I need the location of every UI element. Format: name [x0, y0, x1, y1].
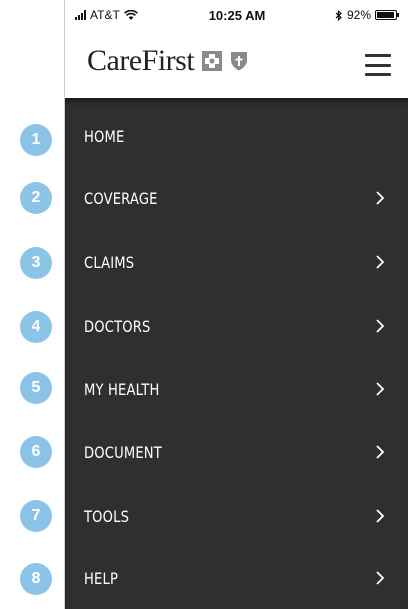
hamburger-menu-icon[interactable]	[365, 54, 391, 76]
status-bar: AT&T 10:25 AM 92%	[65, 0, 408, 30]
menu-item-label: DOCTORS	[84, 316, 151, 336]
chevron-right-icon	[376, 319, 385, 333]
screen: 1 2 3 4 5 6 7 8 AT&T 10:25 AM 92% CareFi…	[0, 0, 408, 609]
badge-6: 6	[20, 436, 52, 468]
menu-item-label: MY HEALTH	[84, 379, 160, 399]
blue-shield-icon	[231, 52, 248, 71]
blue-cross-icon	[202, 51, 223, 71]
menu-item-home[interactable]: HOME	[65, 104, 408, 168]
menu-item-label: TOOLS	[84, 506, 130, 526]
chevron-right-icon	[376, 191, 385, 205]
menu-item-doctors[interactable]: DOCTORS	[65, 294, 408, 358]
chevron-right-icon	[376, 255, 385, 269]
badge-3: 3	[20, 247, 52, 279]
menu-item-claims[interactable]: CLAIMS	[65, 230, 408, 294]
menu-item-document[interactable]: DOCUMENT	[65, 420, 408, 484]
menu-item-my-health[interactable]: MY HEALTH	[65, 357, 408, 421]
menu-item-label: HOME	[84, 126, 125, 146]
menu-item-label: HELP	[84, 568, 119, 588]
phone-screen: AT&T 10:25 AM 92% CareFirst HOME COVERAG…	[64, 0, 408, 609]
app-header: CareFirst	[65, 30, 408, 98]
badge-1: 1	[20, 124, 52, 156]
badge-4: 4	[20, 311, 52, 343]
chevron-right-icon	[376, 382, 385, 396]
menu-item-label: DOCUMENT	[84, 442, 162, 462]
carefirst-logo[interactable]: CareFirst	[87, 44, 248, 78]
chevron-right-icon	[376, 509, 385, 523]
menu-item-help[interactable]: HELP	[65, 546, 408, 609]
menu-item-coverage[interactable]: COVERAGE	[65, 166, 408, 230]
chevron-right-icon	[376, 571, 385, 585]
menu-item-tools[interactable]: TOOLS	[65, 484, 408, 548]
menu-item-label: COVERAGE	[84, 188, 158, 208]
logo-text: CareFirst	[87, 44, 195, 77]
bluetooth-icon	[335, 9, 342, 21]
chevron-right-icon	[376, 445, 385, 459]
badge-7: 7	[20, 500, 52, 532]
menu-item-label: CLAIMS	[84, 252, 135, 272]
battery-percent: 92%	[346, 8, 371, 22]
navigation-menu: HOME COVERAGE CLAIMS DOCTORS MY HEALTH D…	[65, 98, 408, 609]
badge-2: 2	[20, 182, 52, 214]
battery-indicator: 92%	[335, 8, 399, 22]
badge-5: 5	[20, 372, 52, 404]
badge-8: 8	[20, 563, 52, 595]
battery-icon	[375, 10, 399, 20]
